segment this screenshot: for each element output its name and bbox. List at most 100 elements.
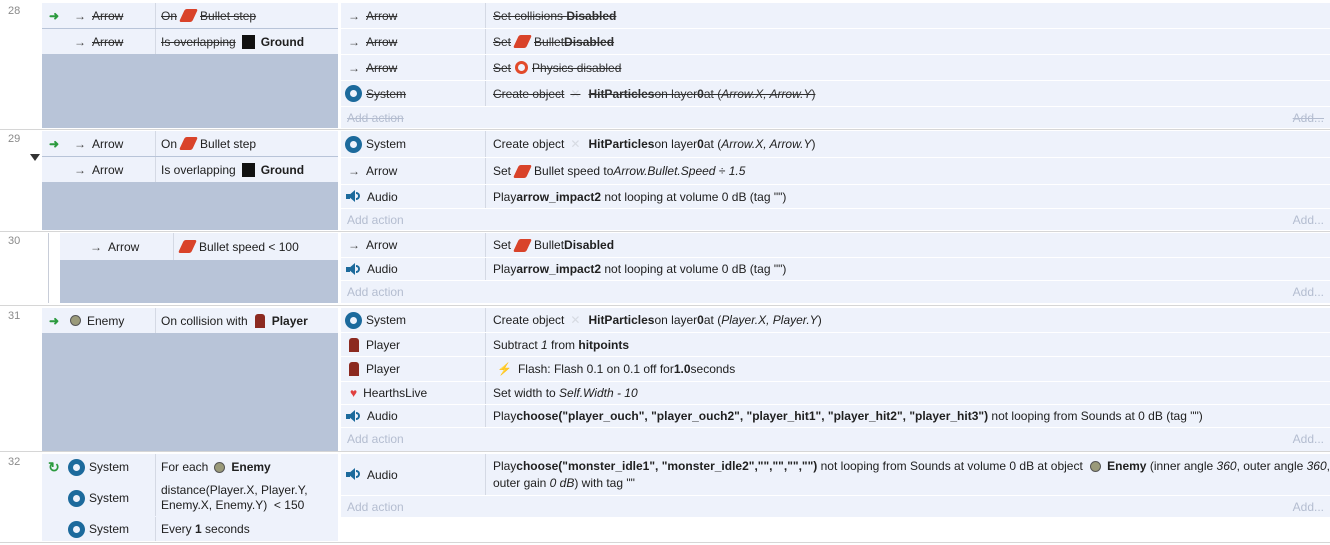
event-29[interactable]: 29 ➜ → Arrow On Bullet step → Arrow Is overl…: [0, 131, 1330, 230]
action-row[interactable]: → Arrow Set collisions Disabled: [341, 3, 1330, 29]
actions-block[interactable]: System Create object ✕ HitParticles on la…: [341, 308, 1330, 451]
system-gear-icon: [345, 85, 362, 102]
action-row[interactable]: Audio Play arrow_impact2 not looping at …: [341, 258, 1330, 281]
action-row[interactable]: System Create object ✕ HitParticles on la…: [341, 81, 1330, 107]
conditions-block[interactable]: → Arrow Bullet speed < 100: [60, 233, 338, 303]
event-31[interactable]: 31 ➜ Enemy On collision with Player System…: [0, 308, 1330, 451]
arrow-object-icon: →: [90, 239, 102, 254]
bullet-behavior-icon: [512, 35, 533, 48]
arrow-object-icon: →: [348, 164, 360, 178]
condition-row[interactable]: → Arrow Is overlapping Ground: [42, 29, 338, 54]
bullet-behavior-icon: [512, 164, 533, 178]
action-row[interactable]: Audio Play arrow_impact2 not looping at …: [341, 185, 1330, 209]
event-number: 28: [8, 5, 21, 17]
condition-row[interactable]: ➜ → Arrow On Bullet step: [42, 131, 338, 156]
arrow-object-icon: →: [348, 60, 360, 75]
enemy-sprite-icon: [70, 315, 81, 326]
event-number: 32: [8, 456, 21, 468]
condition-row[interactable]: System distance(Player.X, Player.Y, Enemy…: [42, 480, 338, 516]
action-row[interactable]: → Arrow Set Physics disabled: [341, 55, 1330, 81]
trigger-arrow-icon: ➜: [49, 136, 60, 151]
action-row[interactable]: Player Subtract 1 from hitpoints: [341, 333, 1330, 357]
system-gear-icon: [68, 489, 85, 507]
actions-block[interactable]: System Create object ✕ HitParticles on la…: [341, 131, 1330, 230]
player-sprite-icon: [254, 313, 265, 328]
arrow-object-icon: →: [74, 162, 86, 177]
system-gear-icon: [345, 135, 362, 153]
player-sprite-icon: [349, 337, 359, 352]
player-sprite-icon: [349, 362, 359, 376]
add-button[interactable]: Add...: [1293, 111, 1324, 125]
system-gear-icon: [345, 311, 362, 329]
add-action-link[interactable]: Add action: [347, 213, 404, 227]
collapse-triangle-icon[interactable]: [30, 154, 40, 161]
audio-speaker-icon: [346, 409, 361, 423]
add-action-link[interactable]: Add action: [347, 285, 404, 299]
arrow-object-icon: →: [74, 34, 86, 49]
add-button[interactable]: Add...: [1293, 432, 1324, 446]
sub-event-indent: [48, 233, 59, 303]
action-row[interactable]: Audio Play choose("monster_idle1", "mons…: [341, 454, 1330, 496]
condition-row[interactable]: ↻ System For each Enemy: [42, 454, 338, 480]
arrow-object-icon: →: [74, 8, 86, 23]
arrow-object-icon: →: [348, 238, 360, 252]
particles-icon: ✕: [570, 86, 581, 101]
condition-row[interactable]: → Arrow Bullet speed < 100: [60, 233, 338, 260]
condition-row[interactable]: System Every 1 seconds: [42, 517, 338, 541]
condition-row[interactable]: → Arrow Is overlapping Ground: [42, 157, 338, 182]
system-gear-icon: [68, 520, 85, 538]
conditions-block[interactable]: ➜ → Arrow On Bullet step → Arrow Is overlapp…: [42, 3, 338, 128]
audio-speaker-icon: [346, 190, 361, 203]
arrow-object-icon: →: [348, 34, 360, 49]
enemy-sprite-icon: [1090, 460, 1102, 472]
particles-icon: ✕: [570, 137, 581, 151]
add-action-link[interactable]: Add action: [347, 432, 404, 446]
conditions-block[interactable]: ➜ Enemy On collision with Player: [42, 308, 338, 451]
action-row[interactable]: → Arrow Set Bullet Disabled: [341, 233, 1330, 258]
action-row[interactable]: Player ⚡ Flash: Flash 0.1 on 0.1 off for …: [341, 357, 1330, 382]
conditions-block[interactable]: ↻ System For each Enemy System distance(Pl…: [42, 454, 338, 541]
event-28[interactable]: 28 ➜ → Arrow On Bullet step → Arrow Is overl…: [0, 3, 1330, 128]
flash-behavior-icon: ⚡: [497, 362, 512, 376]
add-action-link[interactable]: Add action: [347, 111, 404, 125]
bullet-behavior-icon: [512, 238, 533, 252]
event-30[interactable]: 30 → Arrow Bullet speed < 100 → Arrow Set …: [0, 233, 1330, 303]
actions-block[interactable]: → Arrow Set Bullet Disabled Audio Play ar…: [341, 233, 1330, 303]
conditions-block[interactable]: ➜ → Arrow On Bullet step → Arrow Is overlapp…: [42, 131, 338, 230]
heart-sprite-icon: ♥: [350, 386, 358, 400]
audio-speaker-icon: [346, 468, 361, 481]
trigger-arrow-icon: ➜: [49, 313, 60, 328]
add-action-link[interactable]: Add action: [347, 500, 404, 514]
enemy-sprite-icon: [214, 461, 226, 473]
action-row[interactable]: System Create object ✕ HitParticles on la…: [341, 131, 1330, 158]
event-number: 29: [8, 133, 21, 145]
action-row[interactable]: Audio Play choose("player_ouch", "player…: [341, 405, 1330, 428]
event-number: 31: [8, 310, 21, 322]
event-32[interactable]: 32 ↻ System For each Enemy System distance…: [0, 454, 1330, 541]
bullet-behavior-icon: [178, 9, 199, 22]
add-button[interactable]: Add...: [1293, 213, 1324, 227]
trigger-arrow-icon: ➜: [49, 8, 60, 23]
action-row[interactable]: System Create object ✕ HitParticles on la…: [341, 308, 1330, 333]
actions-block[interactable]: Audio Play choose("monster_idle1", "mons…: [341, 454, 1330, 517]
loop-icon: ↻: [48, 458, 60, 475]
arrow-object-icon: →: [348, 8, 360, 23]
actions-block[interactable]: → Arrow Set collisions Disabled → Arrow Se…: [341, 3, 1330, 128]
bullet-behavior-icon: [177, 240, 198, 253]
audio-speaker-icon: [346, 262, 361, 276]
particles-icon: ✕: [570, 313, 581, 327]
condition-row[interactable]: ➜ Enemy On collision with Player: [42, 308, 338, 333]
add-button[interactable]: Add...: [1293, 285, 1324, 299]
bullet-behavior-icon: [178, 137, 199, 150]
ground-sprite-icon: [241, 162, 255, 177]
event-number: 30: [8, 235, 21, 247]
add-button[interactable]: Add...: [1293, 500, 1324, 514]
system-gear-icon: [68, 458, 85, 476]
arrow-object-icon: →: [74, 136, 86, 151]
ground-sprite-icon: [241, 34, 255, 49]
action-row[interactable]: → Arrow Set Bullet Disabled: [341, 29, 1330, 55]
action-row[interactable]: ♥ HearthsLive Set width to Self.Width - 1…: [341, 382, 1330, 405]
physics-behavior-icon: [515, 61, 529, 74]
condition-row[interactable]: ➜ → Arrow On Bullet step: [42, 3, 338, 28]
action-row[interactable]: → Arrow Set Bullet speed to Arrow.Bullet.…: [341, 158, 1330, 185]
